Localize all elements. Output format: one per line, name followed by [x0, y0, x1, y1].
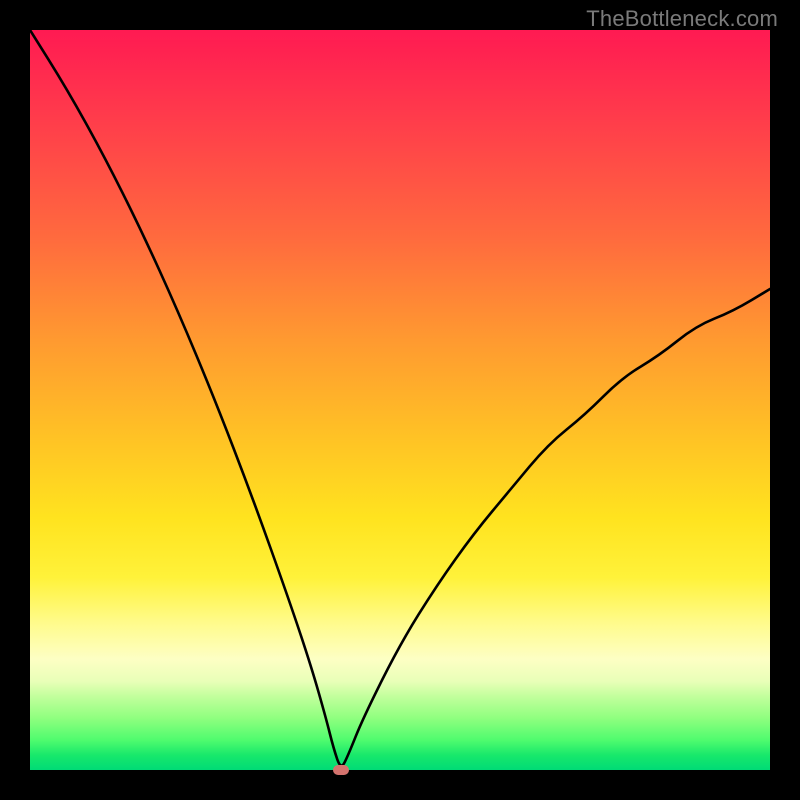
bottleneck-curve: [30, 30, 770, 770]
minimum-marker: [333, 765, 349, 775]
plot-area: [30, 30, 770, 770]
chart-frame: TheBottleneck.com: [0, 0, 800, 800]
watermark-text: TheBottleneck.com: [586, 6, 778, 32]
